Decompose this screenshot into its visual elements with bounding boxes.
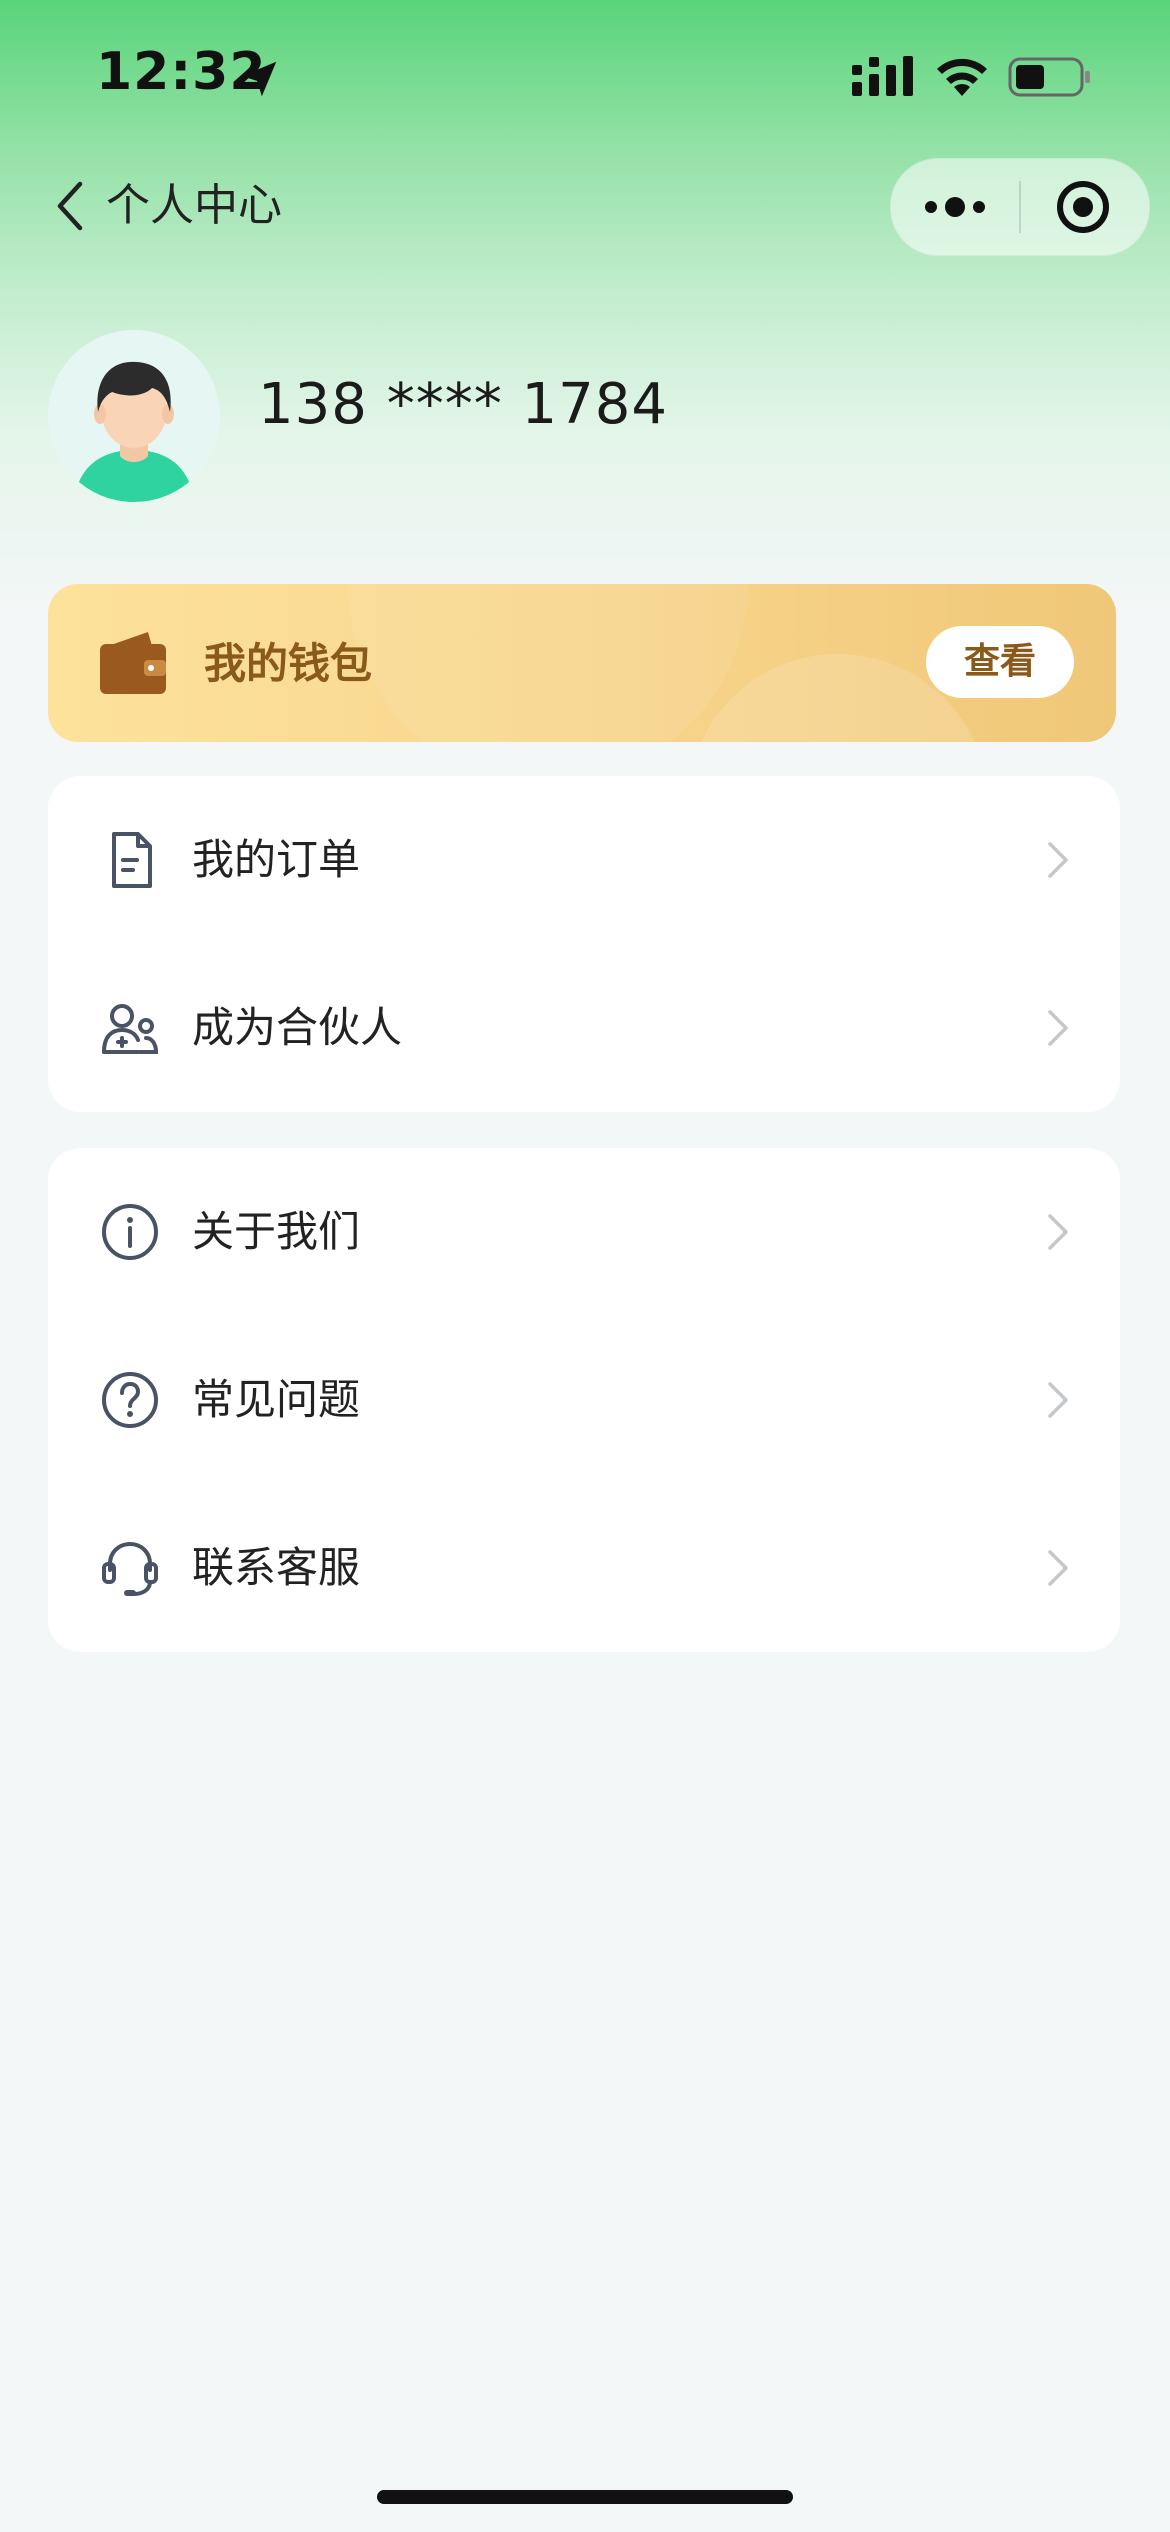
chevron-right-icon xyxy=(1048,1010,1068,1046)
menu-item-become-partner[interactable]: 成为合伙人 xyxy=(48,944,1120,1112)
chevron-right-icon xyxy=(1048,1550,1068,1586)
headset-icon xyxy=(102,1541,158,1596)
wifi-icon xyxy=(937,58,987,96)
page-title: 个人中心 xyxy=(106,180,282,231)
user-avatar-icon xyxy=(48,330,220,502)
menu-item-my-orders[interactable]: 我的订单 xyxy=(48,776,1120,944)
info-icon xyxy=(102,1204,158,1260)
wallet-icon xyxy=(100,632,166,694)
chevron-right-icon xyxy=(1048,1382,1068,1418)
cellular-signal-icon xyxy=(852,56,913,96)
question-icon xyxy=(102,1372,158,1428)
chevron-right-icon xyxy=(1048,1214,1068,1250)
more-dots-icon xyxy=(925,197,985,217)
view-wallet-button[interactable]: 查看 xyxy=(926,626,1074,698)
menu-item-label: 关于我们 xyxy=(192,1207,361,1256)
close-target-icon xyxy=(1057,181,1109,233)
menu-item-label: 我的订单 xyxy=(192,835,361,884)
back-chevron-icon[interactable] xyxy=(52,176,88,236)
menu-item-contact-service[interactable]: 联系客服 xyxy=(48,1484,1120,1652)
home-indicator[interactable] xyxy=(377,2490,793,2504)
phone-number: 138 **** 1784 xyxy=(258,372,669,437)
menu-card-support: 关于我们 常见问题 联系客服 xyxy=(48,1148,1120,1652)
battery-icon xyxy=(1008,57,1090,97)
menu-item-label: 常见问题 xyxy=(192,1375,361,1424)
menu-item-label: 成为合伙人 xyxy=(192,1003,403,1052)
wallet-decoration xyxy=(348,584,748,742)
location-arrow-icon xyxy=(241,61,277,97)
menu-item-about-us[interactable]: 关于我们 xyxy=(48,1148,1120,1316)
status-bar: 12:32 xyxy=(0,0,1170,150)
document-icon xyxy=(112,832,152,888)
avatar[interactable] xyxy=(48,330,220,502)
wallet-label: 我的钱包 xyxy=(204,639,373,688)
close-button[interactable] xyxy=(1021,159,1149,255)
menu-card-orders: 我的订单 成为合伙人 xyxy=(48,776,1120,1112)
menu-item-label: 联系客服 xyxy=(192,1543,361,1592)
wallet-card[interactable]: 我的钱包 查看 xyxy=(48,584,1116,742)
menu-item-faq[interactable]: 常见问题 xyxy=(48,1316,1120,1484)
chevron-right-icon xyxy=(1048,842,1068,878)
partner-icon xyxy=(102,1004,159,1054)
more-button[interactable] xyxy=(891,159,1019,255)
mini-program-capsule xyxy=(890,158,1150,256)
